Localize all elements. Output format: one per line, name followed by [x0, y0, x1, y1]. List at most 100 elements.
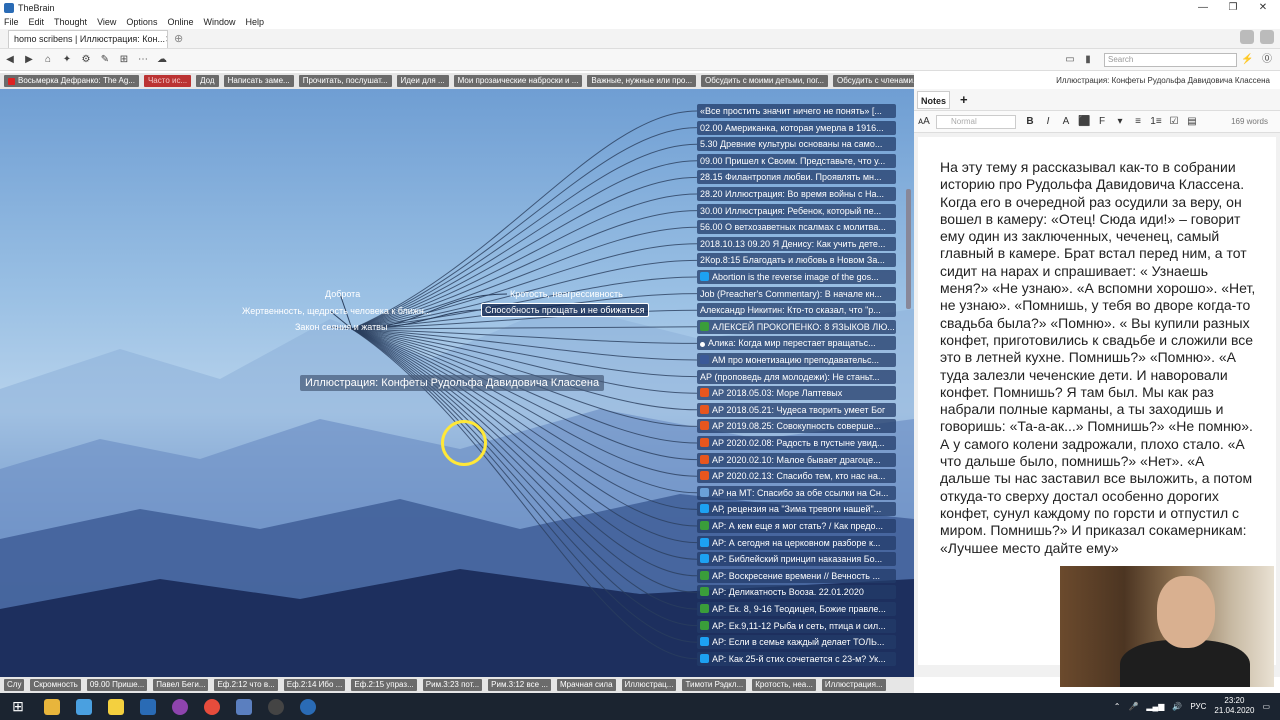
bottom-item[interactable]: Тимоти Рэдкл... — [682, 679, 747, 691]
bottom-item[interactable]: Слу — [4, 679, 25, 691]
parent-thought[interactable]: Доброта — [322, 287, 363, 301]
edit-icon[interactable]: ✎ — [99, 54, 111, 66]
add-notes-tab-icon[interactable]: + — [960, 92, 968, 107]
settings-icon[interactable]: ⚙ — [80, 54, 92, 66]
bottom-item[interactable]: Еф.2:14 Ибо ... — [283, 679, 346, 691]
chevron-up-icon[interactable]: ⌃ — [1114, 702, 1121, 711]
minimize-button[interactable]: — — [1188, 0, 1218, 15]
forward-icon[interactable]: ▶ — [23, 54, 35, 66]
pin-item[interactable]: Мои прозаические наброски и ... — [453, 75, 583, 87]
numbered-list-button[interactable]: 1≡ — [1150, 116, 1162, 127]
panel-toggle-icon[interactable]: ▭ — [1064, 54, 1076, 66]
more-icon[interactable]: ⋯ — [137, 54, 149, 66]
viber-icon[interactable] — [172, 698, 188, 715]
menu-thought[interactable]: Thought — [54, 17, 87, 27]
child-thought[interactable]: 09.00 Пришел к Своим. Представьте, что у… — [697, 153, 896, 168]
menu-help[interactable]: Help — [245, 17, 264, 27]
menu-window[interactable]: Window — [203, 17, 235, 27]
child-thought[interactable]: АР: Как 25-й стих сочетается с 23-м? Ук.… — [697, 651, 896, 666]
bottom-item[interactable]: Иллюстрация... — [821, 679, 886, 691]
maximize-button[interactable]: ❐ — [1218, 0, 1248, 15]
bullet-list-button[interactable]: ≡ — [1132, 116, 1144, 127]
child-thought[interactable]: 30.00 Иллюстрация: Ребенок, который пе..… — [697, 203, 896, 218]
child-thought[interactable]: АР 2018.05.21: Чудеса творить умеет Бог — [697, 402, 896, 417]
language-indicator[interactable]: РУС — [1190, 702, 1206, 711]
bottom-item[interactable]: Иллюстрац... — [621, 679, 677, 691]
highlight-button[interactable]: ⬛ — [1078, 116, 1090, 127]
search-input[interactable]: Search — [1104, 53, 1237, 67]
child-thought[interactable]: АР: Библейский принцип наказания Бо... — [697, 552, 896, 567]
child-thought[interactable]: АР 2019.08.25: Совокупность совершe... — [697, 419, 896, 434]
start-button[interactable]: ⊞ — [0, 693, 36, 720]
brain-tab[interactable]: homo scribens | Иллюстрация: Кон... ✕ — [8, 29, 168, 48]
child-thought[interactable]: АР: Воскресение времени // Вечность ... — [697, 568, 896, 583]
lightning-icon[interactable]: ⚡ — [1241, 54, 1253, 66]
bottom-item[interactable]: Кротость, неа... — [752, 679, 816, 691]
child-thought[interactable]: Александр Никитин: Кто-то сказал, что "р… — [697, 303, 896, 318]
volume-icon[interactable]: 🔊 — [1172, 702, 1182, 711]
app-icon-dark-blue[interactable] — [140, 698, 156, 715]
document-icon[interactable] — [236, 698, 252, 715]
clock[interactable]: 23:20 21.04.2020 — [1214, 696, 1254, 716]
child-thought[interactable]: АР 2020.02.13: Спасибо тем, кто нас на..… — [697, 469, 896, 484]
app-icon-yellow[interactable] — [108, 698, 124, 715]
thought-icon[interactable]: ✦ — [61, 54, 73, 66]
font-size-icon[interactable]: ᴀA — [918, 116, 930, 127]
cloud-sync-icon[interactable] — [1240, 30, 1254, 44]
bottom-item[interactable]: Скромность — [30, 679, 81, 691]
bold-button[interactable]: B — [1024, 116, 1036, 127]
menu-options[interactable]: Options — [126, 17, 157, 27]
child-thought[interactable]: «Все простить значит ничего не понять» [… — [697, 104, 896, 118]
bottom-item[interactable]: Еф.2:12 что в... — [214, 679, 278, 691]
child-thought[interactable]: АР: Ек. 8, 9-16 Теодицея, Божие правле..… — [697, 602, 896, 616]
pin-item[interactable]: Идеи для ... — [396, 75, 449, 87]
pin-item[interactable]: Восьмерка Дефранко: The Ag... — [4, 75, 139, 87]
close-button[interactable]: ✕ — [1248, 0, 1278, 15]
plex-scrollbar[interactable] — [906, 189, 911, 309]
font-dropdown-button[interactable]: ▾ — [1114, 116, 1126, 127]
parent-thought[interactable]: Жертвенность, щедрость человека к ближн.… — [239, 304, 434, 318]
child-thought[interactable]: АР 2020.02.08: Радость в пустыне увид... — [697, 436, 896, 450]
network-icon[interactable]: ▂▄▆ — [1146, 702, 1164, 711]
child-thought[interactable]: 5.30 Древние культуры основаны на само..… — [697, 137, 896, 152]
account-icon[interactable] — [1260, 30, 1274, 44]
microphone-icon[interactable]: 🎤 — [1128, 702, 1138, 711]
child-thought[interactable]: АР: Если в семье каждый делает ТОЛЬ... — [697, 635, 896, 650]
jump-thought-selected[interactable]: Способность прощать и не обижаться — [481, 303, 649, 317]
app-icon-blue[interactable] — [76, 698, 92, 715]
child-thought[interactable]: 2Кор.8:15 Благодать и любовь в Новом За.… — [697, 253, 896, 268]
thebrain-icon[interactable] — [300, 698, 316, 715]
pin-item[interactable]: Обсудить с моими детьми, пог... — [701, 75, 829, 87]
bottom-item[interactable]: Павел Беги... — [153, 679, 209, 691]
child-thought[interactable]: 02.00 Американка, которая умерла в 1916.… — [697, 120, 896, 135]
central-thought[interactable]: Иллюстрация: Конфеты Рудольфа Давидовича… — [300, 375, 605, 391]
align-button[interactable]: ▤ — [1186, 116, 1198, 127]
child-thought[interactable]: АМ про монетизацию преподавательс... — [697, 353, 896, 367]
cloud-icon[interactable]: ☁ — [156, 54, 168, 66]
child-thought[interactable]: АР: Ек.9,11-12 Рыба и сеть, птица и сил.… — [697, 618, 896, 633]
menu-online[interactable]: Online — [167, 17, 193, 27]
pin-item[interactable]: Обсудить с членами... — [833, 75, 914, 87]
child-thought[interactable]: 28.20 Иллюстрация: Во время войны с На..… — [697, 187, 896, 201]
child-thought[interactable]: 28.15 Филантропия любви. Проявлять мн... — [697, 170, 896, 185]
pin-item[interactable]: Написать заме... — [223, 75, 294, 87]
menu-edit[interactable]: Edit — [29, 17, 45, 27]
bottom-item[interactable]: Еф.2:15 упраз... — [351, 679, 417, 691]
child-thought[interactable]: АР 2020.02.10: Малое бывает драгоце... — [697, 452, 896, 467]
pin-item[interactable]: Дод — [196, 75, 219, 87]
jump-thought[interactable]: Кротость, неагрессивность — [507, 287, 626, 301]
notes-tab[interactable]: Notes — [917, 90, 951, 109]
bottom-item[interactable]: Рим.3:23 пот... — [422, 679, 483, 691]
child-thought[interactable]: АЛЕКСЕЙ ПРОКОПЕНКО: 8 ЯЗЫКОВ ЛЮ... — [697, 319, 896, 334]
child-thought[interactable]: Алика: Когда мир перестает вращатьс... — [697, 336, 896, 351]
child-thought[interactable]: АР: А сегодня на церковном разборе к... — [697, 535, 896, 550]
checklist-button[interactable]: ☑ — [1168, 116, 1180, 127]
bottom-item[interactable]: 09.00 Прише... — [86, 679, 148, 691]
text-color-button[interactable]: A — [1060, 116, 1072, 127]
font-button[interactable]: F — [1096, 116, 1108, 127]
add-tab-icon[interactable]: ⊕ — [174, 32, 183, 45]
back-icon[interactable]: ◀ — [4, 54, 16, 66]
italic-button[interactable]: I — [1042, 116, 1054, 127]
child-thought[interactable]: АР, рецензия на "Зима тревоги нашей"... — [697, 502, 896, 517]
recorder-icon[interactable] — [268, 698, 284, 715]
